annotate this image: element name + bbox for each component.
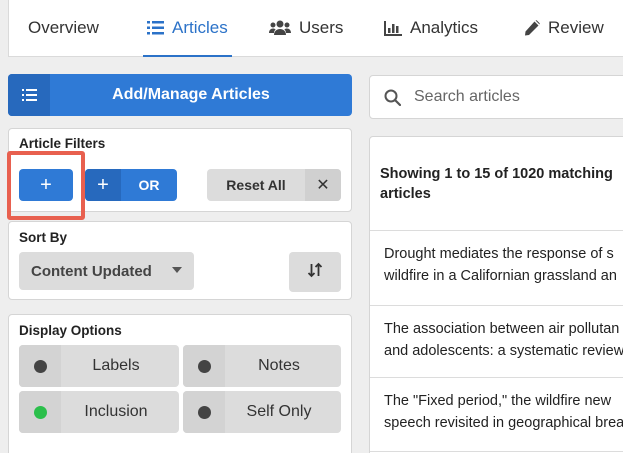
sort-selected-label: Content Updated xyxy=(31,262,152,280)
results-panel: Showing 1 to 15 of 1020 matching article… xyxy=(369,136,623,453)
tab-users-label: Users xyxy=(299,18,344,37)
add-manage-articles-label: Add/Manage Articles xyxy=(112,86,270,103)
tab-analytics-label: Analytics xyxy=(410,18,479,37)
bar-chart-icon xyxy=(384,20,402,36)
toggle-notes[interactable]: Notes xyxy=(183,345,341,387)
tab-bar: Overview Articles Users Analytics Review xyxy=(8,0,623,57)
add-manage-articles-button[interactable]: Add/Manage Articles xyxy=(8,74,352,116)
table-row[interactable]: The "Fixed period," the wildfire new spe… xyxy=(370,377,623,451)
toggle-notes-label: Notes xyxy=(258,357,300,374)
table-row[interactable]: The association between air pollutan and… xyxy=(370,305,623,377)
display-options-title: Display Options xyxy=(19,323,122,338)
table-row[interactable]: Drought mediates the response of s wildf… xyxy=(370,230,623,300)
tab-overview-label: Overview xyxy=(28,18,99,37)
sort-by-panel: Sort By Content Updated xyxy=(8,221,352,300)
sort-order-icon xyxy=(307,262,323,283)
article-title: The association between air pollutan and… xyxy=(384,321,623,359)
chevron-down-icon xyxy=(172,267,182,273)
toggle-self-only-label: Self Only xyxy=(246,403,312,420)
article-title: Drought mediates the response of s wildf… xyxy=(384,246,617,284)
reset-all-label: Reset All xyxy=(226,177,286,193)
display-options-panel: Display Options Labels Notes Inclusion S… xyxy=(8,314,352,453)
reset-all-button[interactable]: Reset All ✕ xyxy=(207,169,341,201)
tab-analytics[interactable]: Analytics xyxy=(384,0,478,56)
add-or-filter-button[interactable]: + OR xyxy=(85,169,177,201)
users-icon xyxy=(269,20,291,36)
toggle-off-indicator xyxy=(197,405,211,419)
search-input[interactable] xyxy=(414,88,614,106)
article-filters-title: Article Filters xyxy=(19,136,106,151)
list-icon xyxy=(147,21,164,35)
results-summary: Showing 1 to 15 of 1020 matching article… xyxy=(380,166,613,202)
tab-users[interactable]: Users xyxy=(269,0,343,56)
article-filters-panel: Article Filters + + OR Reset All ✕ xyxy=(8,128,352,212)
sort-select[interactable]: Content Updated xyxy=(19,252,194,290)
add-filter-button[interactable]: + xyxy=(19,169,73,201)
tab-articles-label: Articles xyxy=(172,18,228,37)
pencil-icon xyxy=(523,19,540,37)
search-box xyxy=(369,75,623,119)
clear-icon[interactable]: ✕ xyxy=(305,169,341,201)
toggle-inclusion[interactable]: Inclusion xyxy=(19,391,179,433)
toggle-labels[interactable]: Labels xyxy=(19,345,179,387)
tab-articles[interactable]: Articles xyxy=(143,0,232,57)
add-or-plus: + xyxy=(85,169,121,201)
add-filter-label: + xyxy=(40,173,52,196)
toggle-off-indicator xyxy=(197,359,211,373)
toggle-labels-label: Labels xyxy=(92,357,140,374)
search-icon xyxy=(370,89,414,106)
toggle-inclusion-label: Inclusion xyxy=(84,403,148,420)
tab-review-label: Review xyxy=(548,18,604,37)
article-title: The "Fixed period," the wildfire new spe… xyxy=(384,393,623,431)
sort-order-button[interactable] xyxy=(289,252,341,292)
toggle-off-indicator xyxy=(33,359,47,373)
toggle-self-only[interactable]: Self Only xyxy=(183,391,341,433)
add-or-label: OR xyxy=(138,177,160,193)
list-icon xyxy=(8,74,50,116)
tab-review[interactable]: Review xyxy=(523,0,604,56)
toggle-on-indicator xyxy=(33,405,47,419)
tab-overview[interactable]: Overview xyxy=(28,0,99,56)
sort-by-title: Sort By xyxy=(19,230,68,245)
